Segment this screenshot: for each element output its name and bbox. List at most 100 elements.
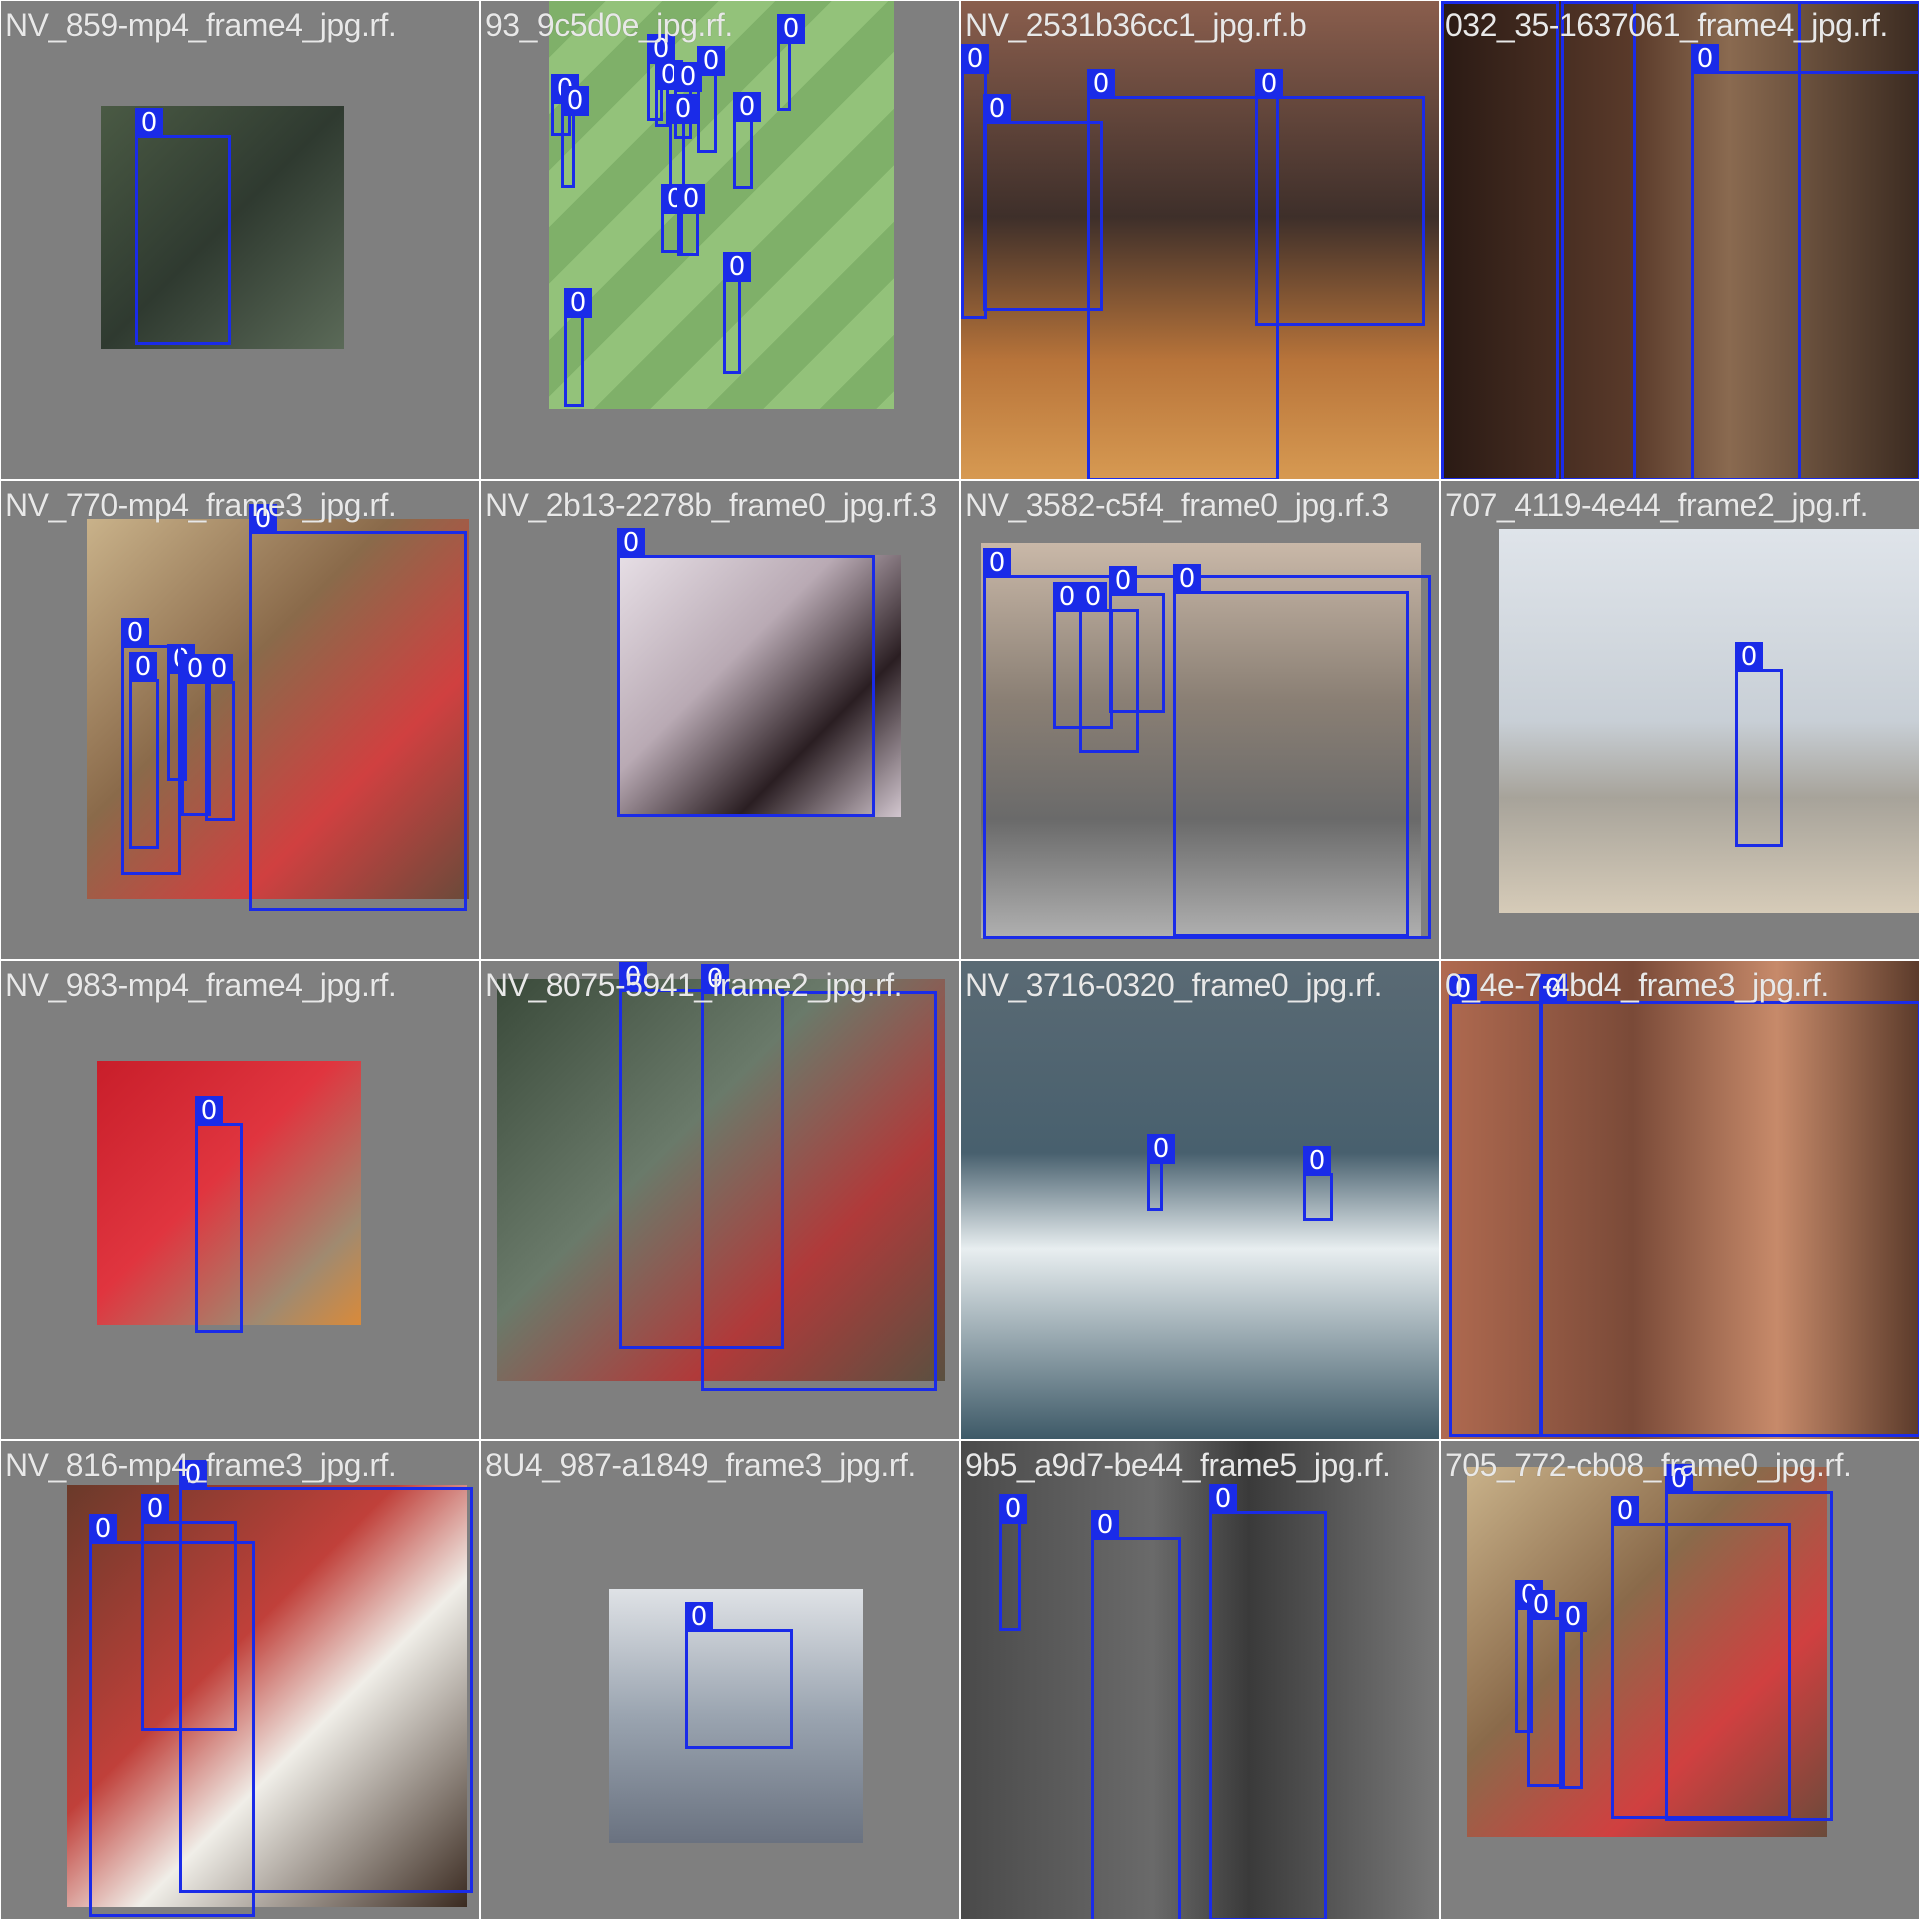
tile-filename: 0_4e-7-4bd4_frame3_jpg.rf. [1445, 967, 1829, 1003]
bounding-box: 0 [1109, 566, 1165, 713]
tile-filename: NV_8075-5941_frame2_jpg.rf. [485, 967, 903, 1003]
tile-filename: 9b5_a9d7-be44_frame5_jpg.rf. [965, 1447, 1391, 1483]
class-label: 0 [1527, 1590, 1555, 1620]
class-label: 0 [561, 86, 589, 116]
bounding-box: 0 [561, 86, 589, 188]
result-tile: 0 NV_2b13-2278b_frame0_jpg.rf.3 [480, 480, 960, 960]
bounding-box: 0 [685, 1602, 793, 1749]
result-tile: 0 0 0 0 0 NV_3582-c5f4_frame0_jpg.rf.3 [960, 480, 1440, 960]
bounding-box: 0 [1255, 69, 1425, 326]
class-label: 0 [1735, 642, 1763, 672]
result-tile: 000000NV_770-mp4_frame3_jpg.rf. [0, 480, 480, 960]
result-tile: 0000032_35-1637061_frame4_jpg.rf. [1440, 0, 1920, 480]
tile-filename: NV_816-mp4_frame3_jpg.rf. [5, 1447, 397, 1483]
class-label: 0 [983, 548, 1011, 578]
bounding-box: 0 [1147, 1134, 1175, 1211]
class-label: 0 [1053, 582, 1081, 612]
tile-filename: NV_859-mp4_frame4_jpg.rf. [5, 7, 397, 43]
class-label: 0 [697, 46, 725, 76]
bounding-box: 0 [249, 504, 467, 911]
class-label: 0 [733, 92, 761, 122]
class-label: 0 [205, 654, 233, 684]
bounding-box: 0 [1173, 564, 1409, 937]
tile-filename: NV_3582-c5f4_frame0_jpg.rf.3 [965, 487, 1389, 523]
tile-filename: NV_3716-0320_frame0_jpg.rf. [965, 967, 1383, 1003]
bounding-box: 0 [733, 92, 761, 189]
class-label: 0 [121, 618, 149, 648]
tile-filename: 8U4_987-a1849_frame3_jpg.rf. [485, 1447, 916, 1483]
class-label: 0 [1091, 1510, 1119, 1540]
class-label: 0 [1147, 1134, 1175, 1164]
class-label: 0 [1079, 582, 1107, 612]
tile-filename: NV_983-mp4_frame4_jpg.rf. [5, 967, 397, 1003]
tile-filename: NV_770-mp4_frame3_jpg.rf. [5, 487, 397, 523]
class-label: 0 [983, 94, 1011, 124]
result-tile: 0 0 NV_3716-0320_frame0_jpg.rf. [960, 960, 1440, 1440]
class-label: 0 [135, 108, 163, 138]
class-label: 0 [1441, 1, 1469, 4]
class-label: 0 [195, 1096, 223, 1126]
tile-filename: 705_772-cb08_frame0_jpg.rf. [1445, 1447, 1852, 1483]
class-label: 0 [617, 528, 645, 558]
bounding-box: 0 [701, 964, 937, 1391]
bounding-box: 0 [999, 1494, 1027, 1631]
result-tile: 0 0 0 NV_816-mp4_frame3_jpg.rf. [0, 1440, 480, 1920]
class-label: 0 [1255, 69, 1283, 99]
bounding-box: 0 [1735, 642, 1783, 847]
result-tile: 0 8U4_987-a1849_frame3_jpg.rf. [480, 1440, 960, 1920]
result-tile: 00000705_772-cb08_frame0_jpg.rf. [1440, 1440, 1920, 1920]
class-label: 0 [1633, 1, 1661, 4]
bounding-box: 0 [135, 108, 231, 345]
tile-filename: 93_9c5d0e_jpg.rf. [485, 7, 733, 43]
class-label: 0 [1559, 1602, 1587, 1632]
bounding-box: 0 [1087, 69, 1279, 479]
bounding-box: 0 [723, 252, 751, 374]
tile-filename: 707_4119-4e44_frame2_jpg.rf. [1445, 487, 1869, 523]
class-label: 0 [1173, 564, 1201, 594]
class-label: 0 [564, 288, 592, 318]
result-tile: 0 0 0_4e-7-4bd4_frame3_jpg.rf. [1440, 960, 1920, 1440]
bounding-box: 0 [1665, 1464, 1833, 1821]
class-label: 0 [1303, 1146, 1331, 1176]
class-label: 0 [961, 44, 989, 74]
frame-image [961, 1441, 1439, 1919]
detection-grid: 0NV_859-mp4_frame4_jpg.rf.00000000000009… [0, 0, 1920, 1920]
class-label: 0 [1691, 44, 1719, 74]
bounding-box: 0 [1559, 1602, 1587, 1789]
bounding-box: 0 [697, 46, 725, 153]
result-tile: 0 NV_859-mp4_frame4_jpg.rf. [0, 0, 480, 480]
frame-image [1499, 529, 1919, 913]
class-label: 0 [89, 1514, 117, 1544]
bounding-box: 0 [205, 654, 235, 821]
class-label: 0 [1209, 1484, 1237, 1514]
bounding-box: 0 [1691, 44, 1919, 479]
class-label: 0 [999, 1494, 1027, 1524]
tile-filename: 032_35-1637061_frame4_jpg.rf. [1445, 7, 1888, 43]
result-tile: 0 0 NV_8075-5941_frame2_jpg.rf. [480, 960, 960, 1440]
bounding-box: 0 [1539, 974, 1919, 1437]
bounding-box: 0 [777, 14, 805, 111]
class-label: 0 [1109, 566, 1137, 596]
bounding-box: 0 [983, 94, 1103, 311]
bounding-box: 0 [1303, 1146, 1333, 1221]
class-label: 0 [1561, 1, 1589, 4]
bounding-box: 0 [179, 1460, 473, 1893]
class-label: 0 [677, 184, 705, 214]
result-tile: 0 0 0 9b5_a9d7-be44_frame5_jpg.rf. [960, 1440, 1440, 1920]
bounding-box: 0 [669, 94, 697, 191]
bounding-box: 0 [1449, 974, 1543, 1437]
class-label: 0 [723, 252, 751, 282]
bounding-box: 0 [195, 1096, 243, 1333]
frame-image [961, 961, 1439, 1439]
class-label: 0 [669, 94, 697, 124]
bounding-box: 0 [1441, 1, 1559, 479]
class-label: 0 [141, 1494, 169, 1524]
result-tile: 0 707_4119-4e44_frame2_jpg.rf. [1440, 480, 1920, 960]
bounding-box: 0 [655, 60, 683, 127]
result-tile: 0 0 0 0 NV_2531b36cc1_jpg.rf.b [960, 0, 1440, 480]
bounding-box: 0 [564, 288, 592, 407]
tile-filename: NV_2b13-2278b_frame0_jpg.rf.3 [485, 487, 937, 523]
class-label: 0 [1611, 1496, 1639, 1526]
bounding-box: 0 [617, 528, 875, 817]
class-label: 0 [685, 1602, 713, 1632]
